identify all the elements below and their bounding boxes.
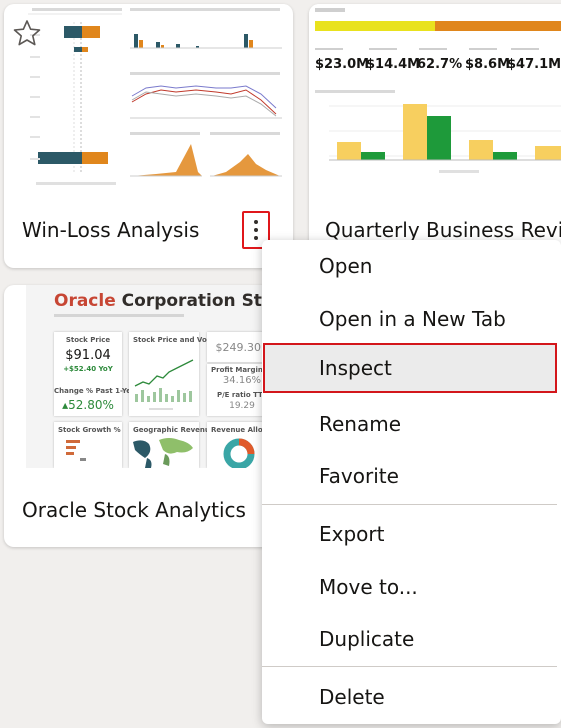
menu-item-inspect[interactable]: Inspect bbox=[263, 343, 557, 393]
quarterly-bar-chart bbox=[315, 90, 561, 173]
dashboard-card-win-loss[interactable]: Win-Loss Analysis bbox=[4, 4, 293, 268]
kebab-dot-icon bbox=[254, 236, 258, 240]
menu-divider bbox=[262, 504, 557, 505]
menu-item-rename[interactable]: Rename bbox=[262, 399, 561, 449]
stock-price-tile: Stock Price $91.04 +$52.40 YoY Change % … bbox=[54, 332, 139, 416]
quarterly-thumbnail: $23.0M $14.4M 62.7% $8.6M $47.1M bbox=[309, 4, 561, 196]
menu-divider bbox=[262, 666, 557, 667]
menu-item-duplicate[interactable]: Duplicate bbox=[262, 614, 561, 664]
kpi-value: 62.7% bbox=[417, 57, 463, 72]
kebab-dot-icon bbox=[254, 228, 258, 232]
dashboard-card-quarterly-business-review[interactable]: $23.0M $14.4M 62.7% $8.6M $47.1M Quarter… bbox=[309, 4, 561, 268]
win-loss-thumbnail bbox=[26, 4, 288, 196]
geo-revenues-tile: Geographic Revenues bbox=[129, 422, 219, 468]
stock-thumbnail: Oracle Corporation Stock Ar Stock Price … bbox=[26, 285, 293, 468]
card-title: Oracle Stock Analytics bbox=[22, 498, 246, 522]
menu-item-open-new-tab[interactable]: Open in a New Tab bbox=[262, 294, 561, 344]
menu-item-move-to[interactable]: Move to... bbox=[262, 562, 561, 612]
kpi-value: $47.1M bbox=[507, 57, 561, 72]
kpi-value: $8.6M bbox=[465, 57, 511, 72]
price-volume-tile: Stock Price and Volume bbox=[129, 332, 226, 416]
kpi-value: $23.0M bbox=[315, 57, 370, 72]
quarterly-header-bars bbox=[315, 8, 561, 31]
thumbnail-title: Oracle Corporation Stock Ar bbox=[54, 291, 293, 311]
win-loss-chart-preview bbox=[28, 8, 282, 185]
card-context-menu: Open Open in a New Tab Inspect Rename Fa… bbox=[262, 240, 561, 724]
stock-growth-tile: Stock Growth % bbox=[54, 422, 122, 468]
menu-item-export[interactable]: Export bbox=[262, 509, 561, 559]
card-title: Quarterly Business Revie bbox=[325, 218, 561, 242]
kebab-dot-icon bbox=[254, 220, 258, 224]
kpi-value: $14.4M bbox=[366, 57, 421, 72]
favorite-star-icon[interactable] bbox=[12, 18, 42, 48]
dashboard-card-oracle-stock[interactable]: Oracle Corporation Stock Ar Stock Price … bbox=[4, 285, 293, 547]
card-title: Win-Loss Analysis bbox=[22, 218, 200, 242]
menu-item-open[interactable]: Open bbox=[262, 241, 561, 291]
menu-item-favorite[interactable]: Favorite bbox=[262, 451, 561, 501]
menu-item-delete[interactable]: Delete bbox=[262, 672, 561, 722]
